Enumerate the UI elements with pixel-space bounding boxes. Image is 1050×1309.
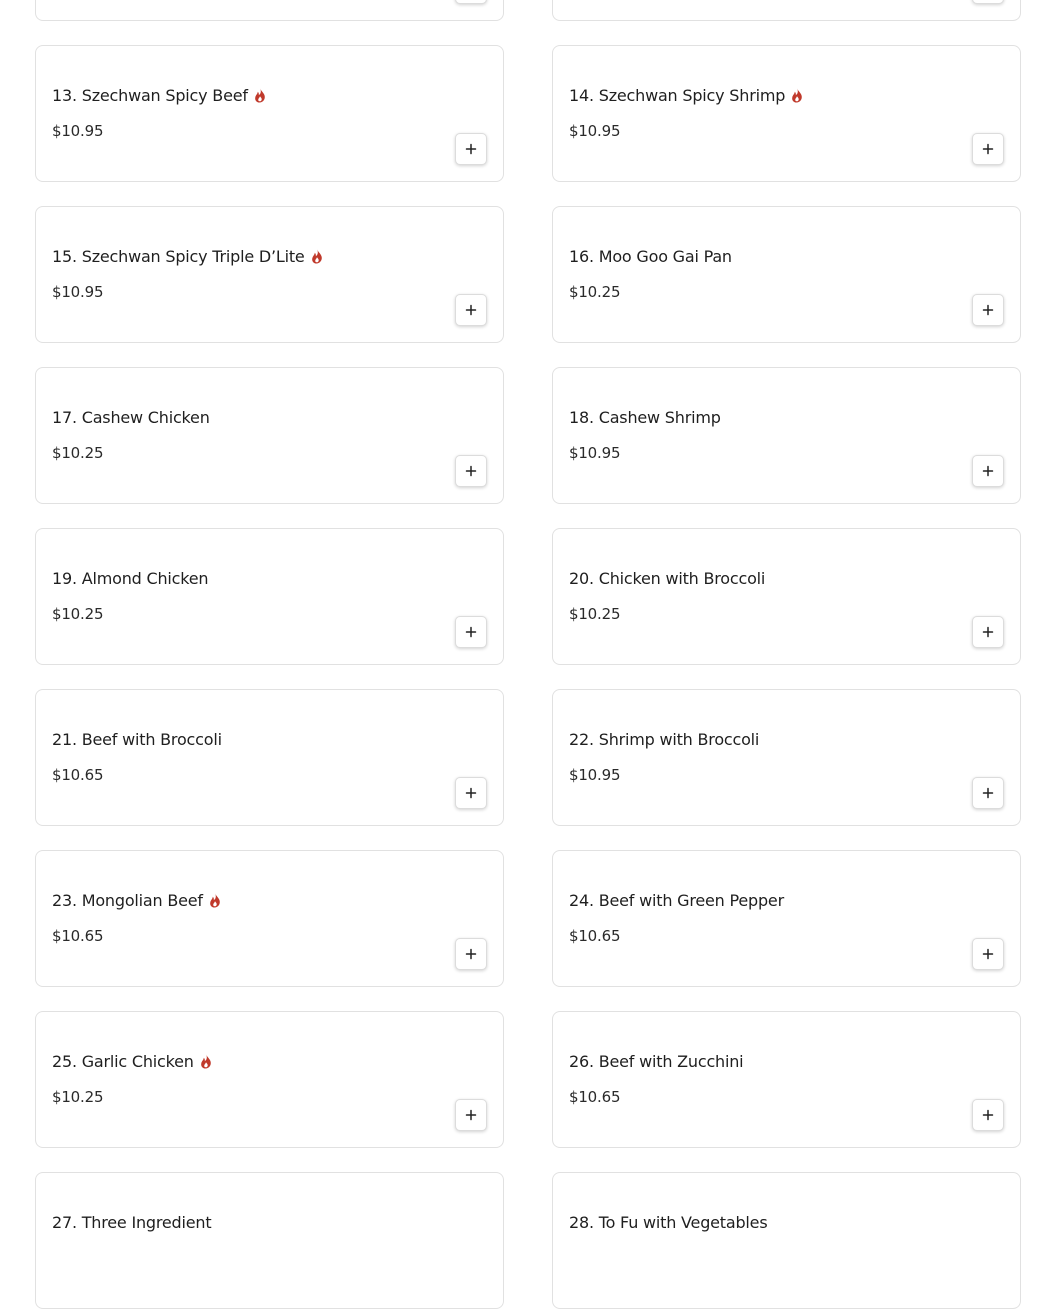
menu-item-card[interactable]: 17. Cashew Chicken $10.25 (35, 367, 504, 504)
add-to-order-button[interactable] (455, 1099, 487, 1131)
menu-item-card[interactable]: 16. Moo Goo Gai Pan $10.25 (552, 206, 1021, 343)
menu-item-card[interactable]: 20. Chicken with Broccoli $10.25 (552, 528, 1021, 665)
plus-icon (982, 304, 994, 316)
menu-item-card[interactable]: 15. Szechwan Spicy Triple D’Lite $10.95 (35, 206, 504, 343)
item-name: 14. Szechwan Spicy Shrimp (569, 86, 803, 105)
plus-icon (465, 143, 477, 155)
flame-icon (254, 88, 265, 103)
plus-icon (982, 626, 994, 638)
flame-icon (311, 249, 322, 264)
item-name: 19. Almond Chicken (52, 569, 209, 588)
item-price: $10.95 (52, 122, 104, 140)
menu-item-card[interactable]: 19. Almond Chicken $10.25 (35, 528, 504, 665)
item-name: 13. Szechwan Spicy Beef (52, 86, 266, 105)
item-name: 16. Moo Goo Gai Pan (569, 247, 732, 266)
plus-icon (465, 787, 477, 799)
flame-icon (200, 1054, 211, 1069)
item-price: $10.25 (52, 444, 104, 462)
item-price: $10.95 (52, 283, 104, 301)
menu-item-card[interactable]: 24. Beef with Green Pepper $10.65 (552, 850, 1021, 987)
menu-item-card[interactable]: 25. Garlic Chicken $10.25 (35, 1011, 504, 1148)
add-to-order-button[interactable] (972, 1099, 1004, 1131)
menu-item-card[interactable] (35, 0, 504, 21)
add-to-order-button[interactable] (455, 0, 487, 4)
add-to-order-button[interactable] (455, 133, 487, 165)
add-to-order-button[interactable] (972, 616, 1004, 648)
item-price: $10.25 (569, 605, 621, 623)
item-name: 27. Three Ingredient (52, 1213, 212, 1232)
item-name: 22. Shrimp with Broccoli (569, 730, 760, 749)
plus-icon (982, 465, 994, 477)
plus-icon (982, 787, 994, 799)
item-name: 17. Cashew Chicken (52, 408, 210, 427)
flame-icon (210, 893, 220, 908)
item-name: 24. Beef with Green Pepper (569, 891, 784, 910)
menu-grid: 13. Szechwan Spicy Beef $10.95 14. Szech… (35, 0, 1021, 1309)
item-price: $10.65 (52, 766, 104, 784)
item-name: 18. Cashew Shrimp (569, 408, 721, 427)
add-to-order-button[interactable] (455, 294, 487, 326)
menu-item-card[interactable]: 21. Beef with Broccoli $10.65 (35, 689, 504, 826)
menu-item-card[interactable]: 27. Three Ingredient (35, 1172, 504, 1309)
add-to-order-button[interactable] (455, 455, 487, 487)
menu-item-card[interactable]: 14. Szechwan Spicy Shrimp $10.95 (552, 45, 1021, 182)
flame-icon (792, 88, 802, 103)
menu-item-card[interactable]: 26. Beef with Zucchini $10.65 (552, 1011, 1021, 1148)
add-to-order-button[interactable] (972, 294, 1004, 326)
add-to-order-button[interactable] (972, 133, 1004, 165)
item-price: $10.25 (52, 1088, 104, 1106)
item-price: $10.95 (569, 444, 621, 462)
item-name: 26. Beef with Zucchini (569, 1052, 744, 1071)
plus-icon (465, 948, 477, 960)
item-name: 20. Chicken with Broccoli (569, 569, 766, 588)
add-to-order-button[interactable] (972, 938, 1004, 970)
plus-icon (982, 143, 994, 155)
item-price: $10.95 (569, 122, 621, 140)
menu-item-card[interactable]: 13. Szechwan Spicy Beef $10.95 (35, 45, 504, 182)
item-name: 21. Beef with Broccoli (52, 730, 222, 749)
add-to-order-button[interactable] (455, 777, 487, 809)
add-to-order-button[interactable] (972, 0, 1004, 4)
add-to-order-button[interactable] (455, 616, 487, 648)
menu-item-card[interactable]: 23. Mongolian Beef $10.65 (35, 850, 504, 987)
item-price: $10.65 (569, 1088, 621, 1106)
item-name: 25. Garlic Chicken (52, 1052, 212, 1071)
plus-icon (982, 948, 994, 960)
add-to-order-button[interactable] (972, 455, 1004, 487)
menu-item-card[interactable]: 28. To Fu with Vegetables (552, 1172, 1021, 1309)
item-price: $10.65 (52, 927, 104, 945)
add-to-order-button[interactable] (972, 777, 1004, 809)
item-price: $10.25 (52, 605, 104, 623)
plus-icon (465, 1109, 477, 1121)
plus-icon (465, 304, 477, 316)
menu-item-card[interactable]: 22. Shrimp with Broccoli $10.95 (552, 689, 1021, 826)
item-price: $10.95 (569, 766, 621, 784)
item-price: $10.65 (569, 927, 621, 945)
plus-icon (982, 1109, 994, 1121)
menu-item-card[interactable]: 18. Cashew Shrimp $10.95 (552, 367, 1021, 504)
item-name: 15. Szechwan Spicy Triple D’Lite (52, 247, 323, 266)
menu-item-card[interactable] (552, 0, 1021, 21)
item-price: $10.25 (569, 283, 621, 301)
plus-icon (465, 465, 477, 477)
add-to-order-button[interactable] (455, 938, 487, 970)
item-name: 28. To Fu with Vegetables (569, 1213, 768, 1232)
item-name: 23. Mongolian Beef (52, 891, 221, 910)
plus-icon (465, 626, 477, 638)
